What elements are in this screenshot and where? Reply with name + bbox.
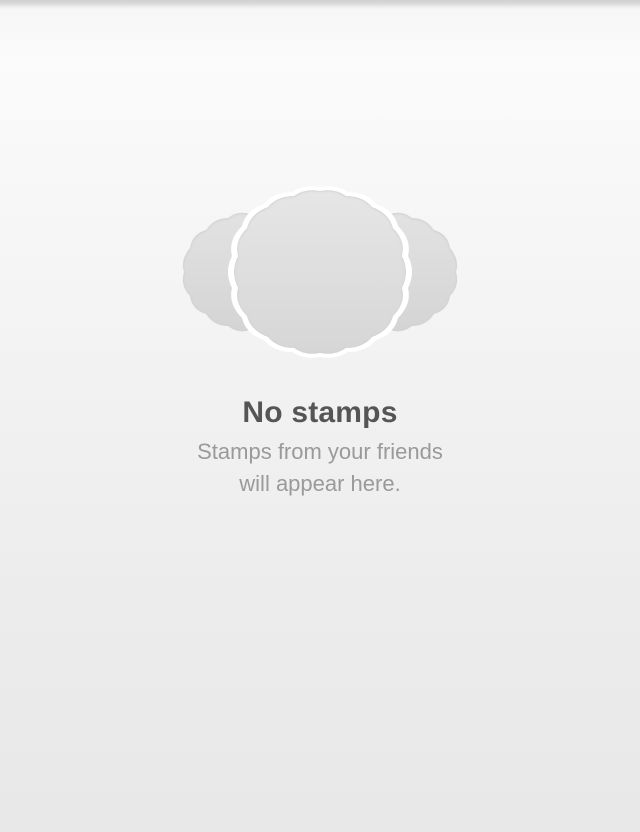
stamps-icon [182, 186, 458, 358]
subtitle-line-2: will appear here. [239, 471, 401, 496]
empty-state: No stamps Stamps from your friends will … [0, 184, 640, 500]
empty-state-title: No stamps [242, 396, 398, 429]
subtitle-line-1: Stamps from your friends [197, 439, 443, 464]
top-bar [0, 0, 640, 6]
stamp-center-shape [234, 190, 406, 354]
empty-state-subtitle: Stamps from your friends will appear her… [0, 436, 640, 500]
